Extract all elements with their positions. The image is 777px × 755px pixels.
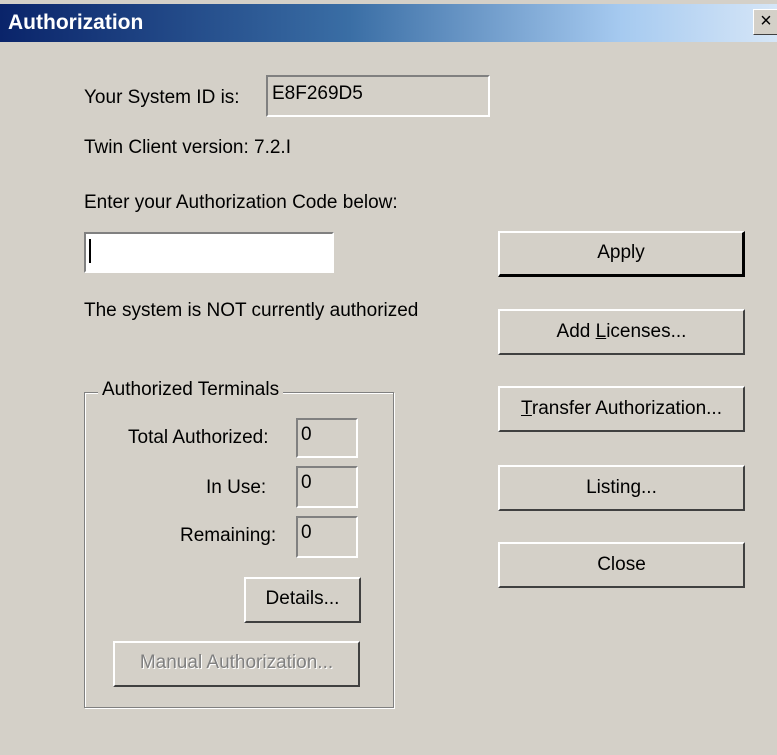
system-id-field: E8F269D5: [266, 75, 490, 117]
title-bar: Authorization: [0, 4, 777, 42]
authorized-terminals-legend: Authorized Terminals: [98, 379, 284, 401]
add-licenses-button[interactable]: Add Licenses...: [498, 309, 745, 355]
remaining-label: Remaining:: [180, 525, 277, 546]
window-title: Authorization: [8, 11, 144, 34]
close-button[interactable]: Close: [498, 542, 745, 588]
add-licenses-text-rest: icenses...: [606, 321, 687, 342]
in-use-label: In Use:: [206, 477, 267, 498]
details-button[interactable]: Details...: [244, 577, 361, 623]
close-icon[interactable]: ×: [753, 9, 777, 35]
in-use-field: 0: [296, 466, 358, 508]
text-caret: [89, 239, 91, 263]
remaining-field: 0: [296, 516, 358, 558]
listing-button[interactable]: Listing...: [498, 465, 745, 511]
total-authorized-label: Total Authorized:: [128, 427, 269, 448]
transfer-authorization-button[interactable]: Transfer Authorization...: [498, 386, 745, 432]
manual-authorization-button: Manual Authorization...: [113, 641, 360, 687]
version-label: Twin Client version: 7.2.I: [84, 137, 291, 158]
apply-button[interactable]: Apply: [498, 231, 745, 277]
authorization-dialog: Authorization × Your System ID is: E8F26…: [0, 0, 777, 755]
transfer-mnemonic: T: [520, 398, 532, 419]
add-licenses-text: Add: [556, 321, 596, 342]
total-authorized-field: 0: [296, 418, 358, 458]
system-id-label: Your System ID is:: [84, 87, 240, 108]
auth-code-label: Enter your Authorization Code below:: [84, 192, 398, 213]
auth-code-input[interactable]: [84, 232, 334, 273]
transfer-text: ransfer Authorization...: [531, 398, 722, 419]
add-licenses-mnemonic: L: [595, 321, 607, 342]
authorization-status: The system is NOT currently authorized: [84, 300, 419, 321]
